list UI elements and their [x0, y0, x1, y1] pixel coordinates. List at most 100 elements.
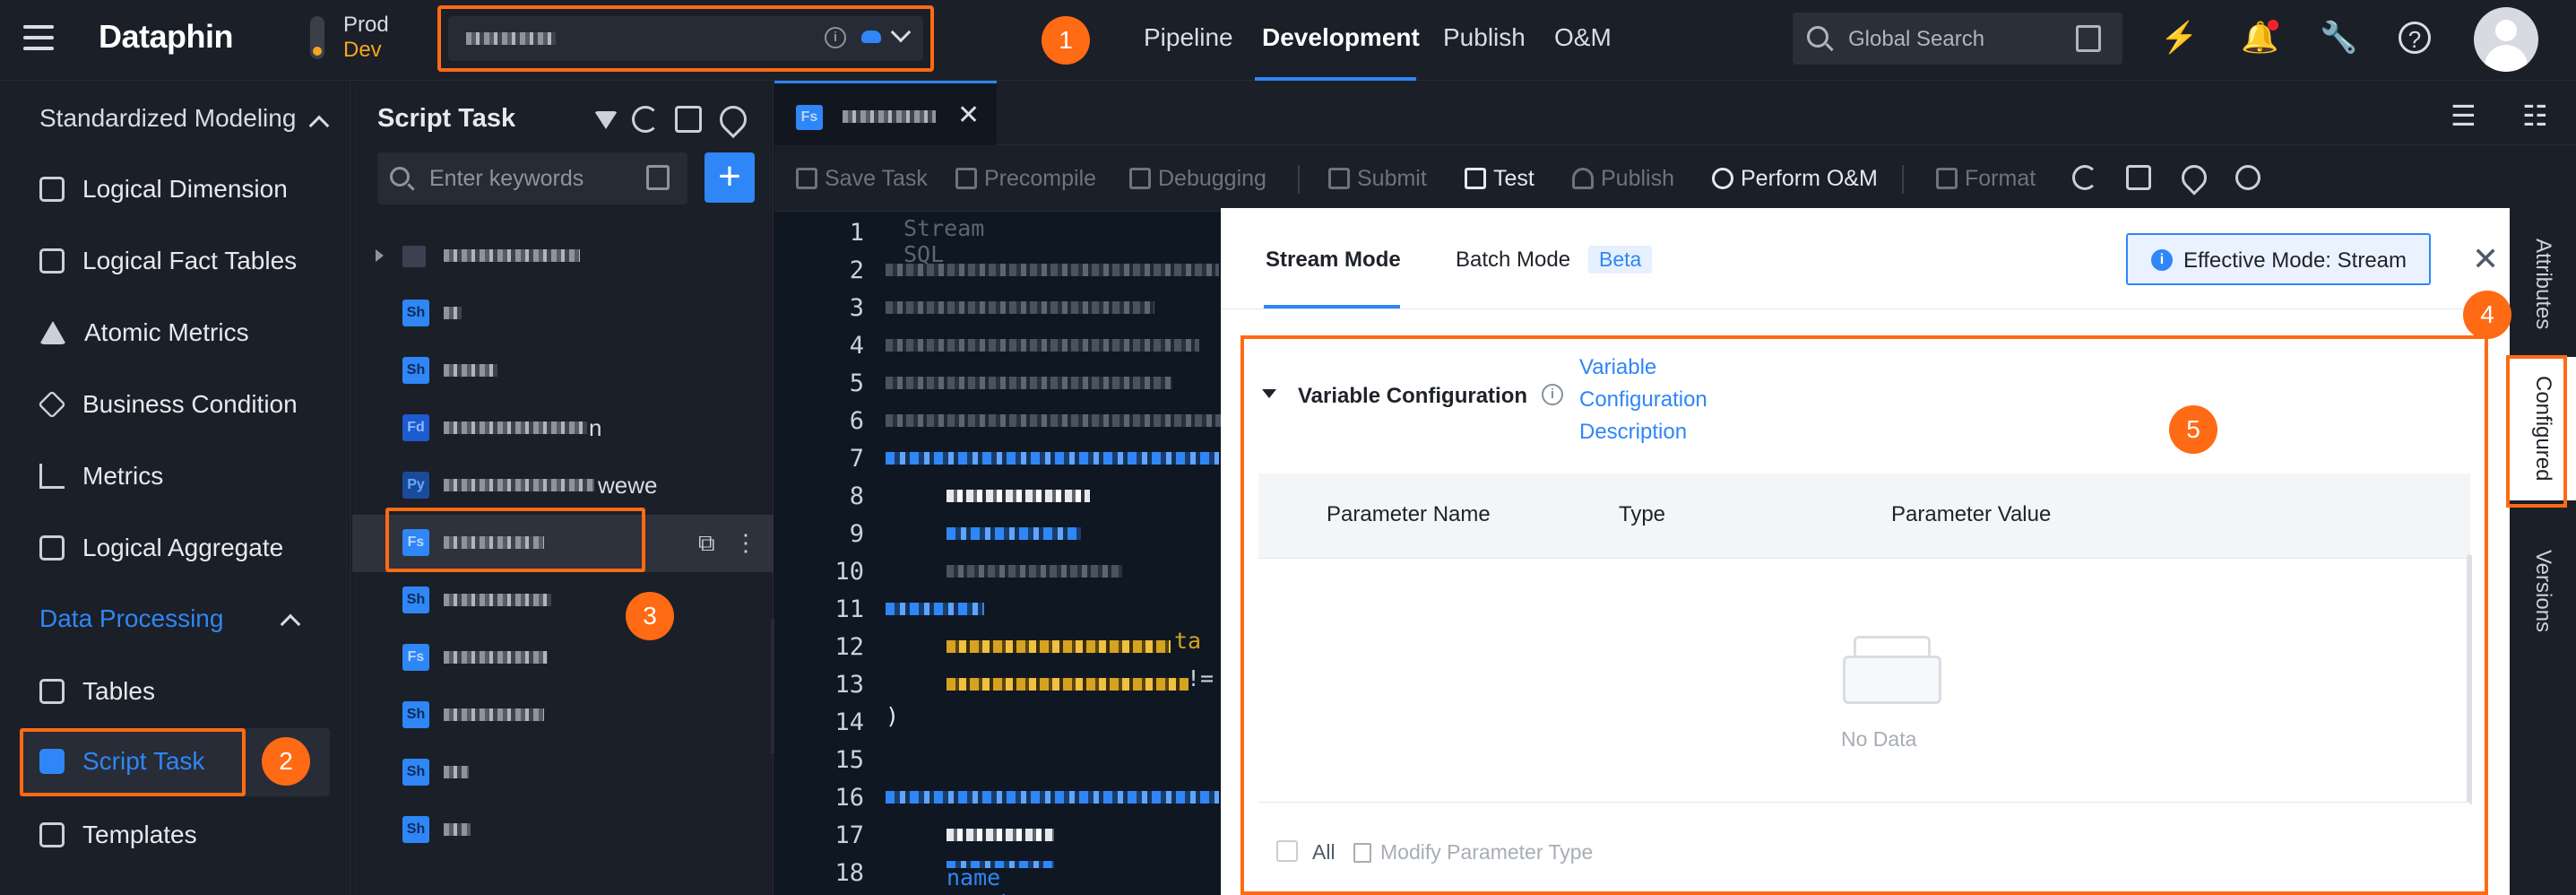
tab-stream-mode[interactable]: Stream Mode	[1266, 248, 1401, 273]
hamburger-menu-icon[interactable]	[23, 25, 54, 52]
tab-versions[interactable]: Versions	[2510, 524, 2576, 658]
env-dev-label[interactable]: Dev	[343, 38, 382, 63]
empty-state-text: No Data	[1841, 727, 1917, 751]
info-icon[interactable]: i	[1542, 384, 1563, 405]
folder-icon	[402, 246, 426, 267]
sidebar-item-logical-aggregate[interactable]: Logical Aggregate	[39, 526, 283, 570]
env-toggle[interactable]	[310, 16, 324, 59]
global-search[interactable]: Global Search	[1793, 13, 2122, 65]
sidebar-item-metrics[interactable]: Metrics	[39, 454, 163, 499]
nav-publish[interactable]: Publish	[1443, 23, 1526, 52]
sidebar-item-templates[interactable]: Templates	[39, 812, 197, 857]
chevron-up-icon[interactable]	[280, 613, 301, 635]
list-item[interactable]: Fs	[352, 630, 774, 687]
publish-button[interactable]: Publish	[1572, 163, 1674, 194]
refresh-icon[interactable]	[632, 106, 659, 133]
business-condition-icon	[38, 390, 66, 419]
nav-pipeline[interactable]: Pipeline	[1144, 23, 1233, 52]
chevron-down-icon[interactable]	[890, 22, 912, 43]
script-task-icon	[39, 749, 65, 774]
location-pin-icon[interactable]	[2176, 160, 2212, 196]
cloud-upload-icon	[1572, 168, 1594, 189]
test-button[interactable]: Test	[1465, 163, 1534, 194]
sidebar-item-script-task[interactable]: Script Task	[39, 739, 204, 784]
list-item[interactable]: Sh	[352, 802, 774, 859]
project-selector-inner[interactable]: i	[448, 16, 923, 61]
location-pin-icon[interactable]	[713, 100, 753, 139]
document-search-icon[interactable]	[646, 165, 670, 190]
sidebar-section-standardized-modeling[interactable]: Standardized Modeling	[39, 104, 296, 133]
file-name-redacted	[444, 479, 594, 491]
test-icon	[1465, 168, 1486, 189]
lightning-icon[interactable]: ⚡	[2160, 20, 2198, 56]
list-item[interactable]: Fd n	[352, 400, 774, 457]
save-task-button[interactable]: Save Task	[796, 163, 928, 194]
table-scrollbar[interactable]	[2467, 554, 2472, 805]
more-options-icon[interactable]	[2235, 165, 2260, 190]
sidebar-item-label: Logical Aggregate	[82, 534, 284, 561]
sidebar-item-logical-fact-tables[interactable]: Logical Fact Tables	[39, 239, 297, 283]
close-icon[interactable]: ✕	[2472, 240, 2499, 278]
sidebar-item-tables[interactable]: Tables	[39, 669, 155, 714]
more-options-icon[interactable]: ⋮	[734, 529, 757, 557]
document-search-icon[interactable]	[2076, 25, 2101, 52]
file-name-redacted	[444, 307, 462, 319]
debugging-button[interactable]: Debugging	[1129, 163, 1266, 194]
list-item[interactable]: Sh	[352, 687, 774, 744]
tab-attributes[interactable]: Attributes	[2510, 226, 2576, 343]
sidebar-item-business-condition[interactable]: Business Condition	[38, 382, 298, 427]
filter-icon[interactable]	[594, 111, 618, 129]
file-search	[377, 152, 687, 204]
line-number: 10	[834, 558, 864, 586]
select-all-checkbox[interactable]	[1276, 840, 1298, 862]
file-name-redacted	[444, 766, 469, 778]
lock-icon[interactable]	[2126, 165, 2151, 190]
env-prod-label[interactable]: Prod	[343, 13, 389, 38]
variable-configuration-description-link[interactable]: Variable Configuration Description	[1579, 352, 1741, 448]
chevron-up-icon[interactable]	[308, 115, 330, 136]
help-icon[interactable]: ?	[2399, 22, 2431, 54]
fact-table-icon	[39, 248, 65, 274]
column-header-type: Type	[1619, 502, 1666, 526]
file-name-redacted	[444, 421, 587, 434]
perform-om-button[interactable]: Perform O&M	[1712, 163, 1878, 194]
refresh-icon[interactable]	[2072, 165, 2097, 190]
expand-arrow-icon[interactable]	[376, 249, 384, 262]
wrench-icon[interactable]: 🔧	[2320, 20, 2357, 56]
submit-button[interactable]: Submit	[1328, 163, 1427, 194]
close-tab-icon[interactable]: ✕	[957, 100, 980, 131]
modify-parameter-type-button[interactable]: Modify Parameter Type	[1353, 840, 1593, 865]
precompile-button[interactable]: Precompile	[955, 163, 1096, 194]
file-search-input[interactable]	[429, 163, 627, 194]
global-search-label: Global Search	[1848, 27, 1985, 51]
nav-development[interactable]: Development	[1262, 23, 1420, 52]
editor-file-tab[interactable]: Fs ✕	[774, 81, 997, 145]
copy-icon[interactable]: ⧉	[698, 529, 715, 558]
list-item[interactable]: Sh	[352, 343, 774, 400]
add-folder-icon[interactable]	[675, 106, 702, 133]
format-button[interactable]: Format	[1936, 163, 2036, 194]
file-name-redacted	[444, 364, 497, 377]
collapse-caret-icon[interactable]	[1262, 389, 1276, 398]
add-task-button[interactable]: +	[705, 152, 755, 203]
atomic-metric-icon	[39, 321, 66, 344]
info-icon[interactable]: i	[825, 27, 846, 48]
list-item[interactable]: Sh	[352, 572, 774, 630]
line-number: 18	[834, 859, 864, 887]
sidebar-section-data-processing[interactable]: Data Processing	[39, 604, 223, 633]
project-selector[interactable]: i	[437, 5, 934, 72]
tab-batch-mode[interactable]: Batch Mode	[1456, 248, 1570, 273]
avatar[interactable]	[2474, 7, 2538, 72]
logical-dimension-icon	[39, 177, 65, 202]
sidebar-item-atomic-metrics[interactable]: Atomic Metrics	[39, 310, 249, 355]
list-item[interactable]	[352, 228, 774, 285]
select-all-label[interactable]: All	[1312, 840, 1336, 865]
list-item[interactable]: Sh	[352, 744, 774, 802]
list-item[interactable]: Sh	[352, 285, 774, 343]
sidebar-item-logical-dimension[interactable]: Logical Dimension	[39, 167, 288, 212]
nav-om[interactable]: O&M	[1554, 23, 1612, 52]
layout-settings-icon[interactable]: ☷	[2522, 99, 2548, 133]
list-menu-icon[interactable]: ☰	[2451, 99, 2477, 133]
list-item[interactable]: Py wewe	[352, 457, 774, 515]
parameters-table-header: Parameter Name Type Parameter Value	[1258, 474, 2470, 558]
